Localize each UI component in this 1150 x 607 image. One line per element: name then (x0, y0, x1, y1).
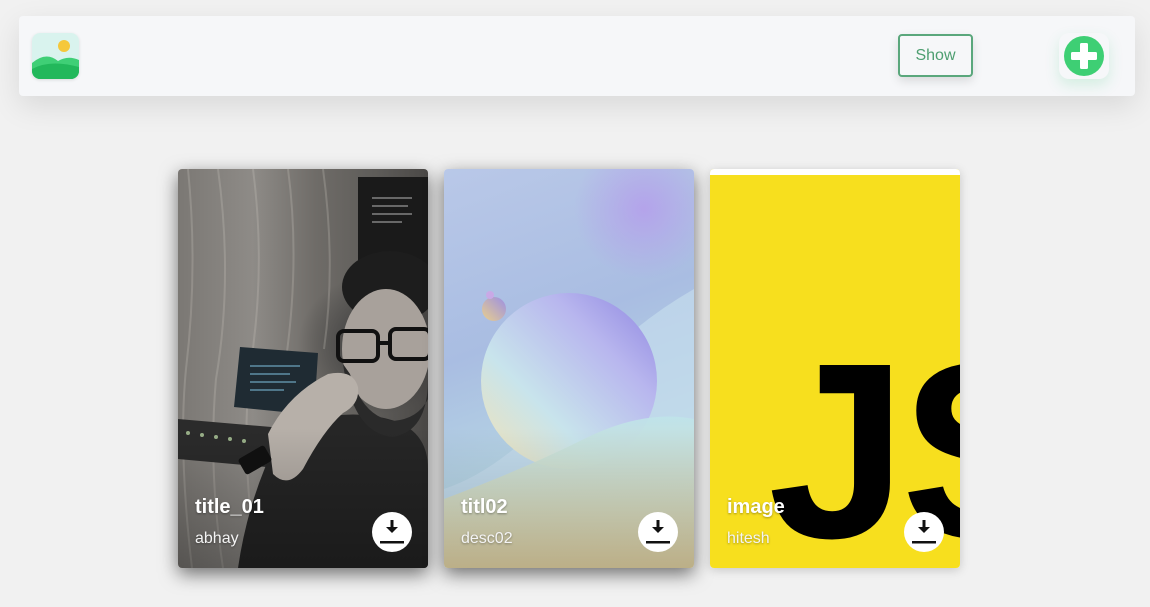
card-title: image (727, 496, 785, 518)
card-title: title_01 (195, 496, 264, 518)
image-gallery-icon[interactable] (32, 33, 79, 79)
top-navbar: Show (19, 16, 1135, 96)
image-card[interactable]: title_01 abhay (178, 169, 428, 568)
download-button[interactable] (904, 512, 944, 552)
card-description: desc02 (461, 530, 513, 547)
download-icon (646, 520, 670, 544)
plus-circle-icon (1064, 36, 1104, 76)
image-card[interactable]: JS image hitesh (710, 169, 960, 568)
show-button[interactable]: Show (898, 34, 973, 77)
card-description: abhay (195, 530, 239, 547)
card-description: hitesh (727, 530, 770, 547)
download-button[interactable] (372, 512, 412, 552)
download-icon (912, 520, 936, 544)
card-title: titl02 (461, 496, 508, 518)
image-card[interactable]: titl02 desc02 (444, 169, 694, 568)
download-icon (380, 520, 404, 544)
add-button[interactable] (1059, 33, 1109, 79)
download-button[interactable] (638, 512, 678, 552)
